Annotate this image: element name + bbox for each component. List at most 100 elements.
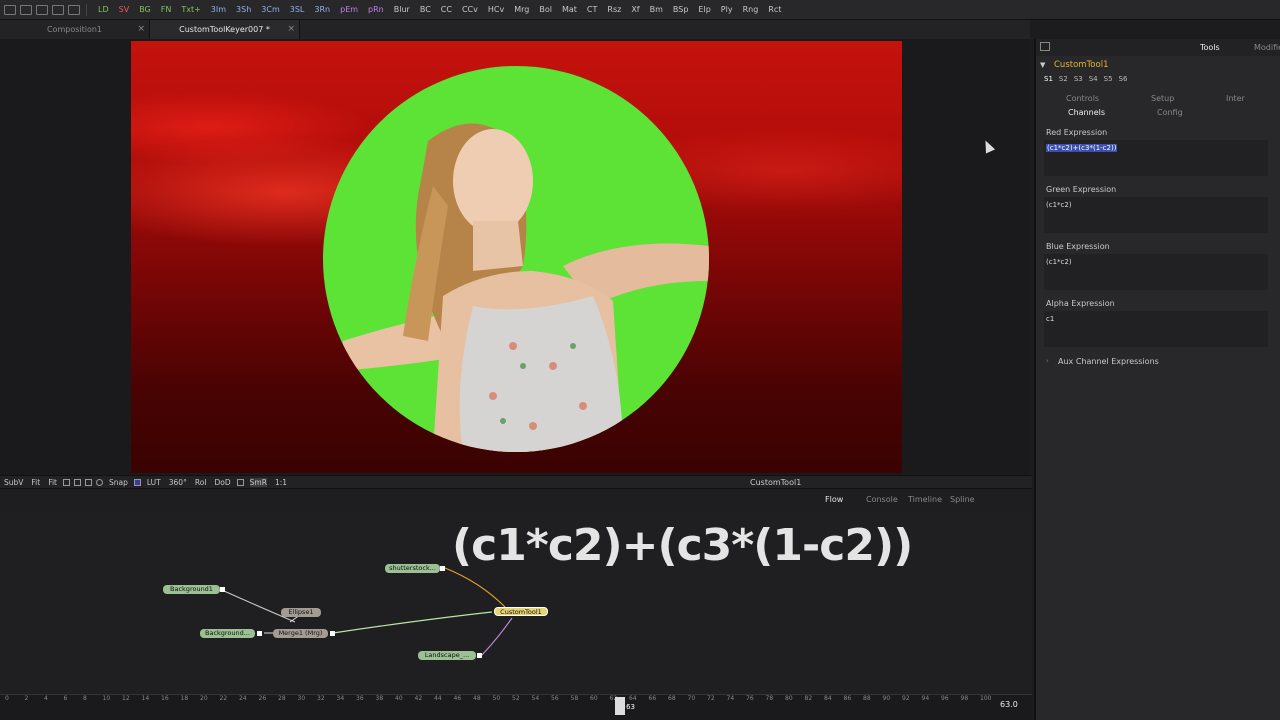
layout-icon[interactable] <box>4 4 16 15</box>
node-port[interactable] <box>257 631 262 636</box>
ruler-ticks: 0 2 4 6 8 10 12 14 16 18 20 22 24 26 28 30 32 34 36 38 40 42 4… <box>0 695 1030 709</box>
tab-modifiers[interactable]: Modifiers <box>1254 43 1280 52</box>
tool-3sl-button[interactable]: 3SL <box>290 5 305 14</box>
tool-prn-button[interactable]: pRn <box>368 5 384 14</box>
tool-elp-button[interactable]: Elp <box>698 5 710 14</box>
viewer-image[interactable] <box>131 41 902 473</box>
node-background2[interactable]: Background... <box>200 629 255 638</box>
slot-s2[interactable]: S2 <box>1059 75 1068 83</box>
lut-dropdown[interactable]: LUT <box>147 478 161 487</box>
subview-dropdown[interactable]: SubV <box>4 478 23 487</box>
tab-flow[interactable]: Flow <box>825 495 843 504</box>
tool-txt-button[interactable]: Txt+ <box>181 5 200 14</box>
smr-button[interactable]: SmR <box>249 477 267 487</box>
node-background1[interactable]: Background1 <box>163 585 220 594</box>
layout-grid-icon[interactable] <box>52 4 64 15</box>
collapse-icon[interactable] <box>1040 42 1050 51</box>
tab-timeline[interactable]: Timeline <box>908 495 942 504</box>
stereo-360-dropdown[interactable]: 360° <box>169 478 187 487</box>
green-expression-field[interactable]: (c1*c2) <box>1044 197 1268 233</box>
layout-stack-icon[interactable] <box>36 4 48 15</box>
tool-ct-button[interactable]: CT <box>587 5 597 14</box>
viewer[interactable] <box>0 39 1030 475</box>
node-shutterstock[interactable]: shutterstock... <box>385 564 440 573</box>
tab-customtoolkeyer007[interactable]: CustomToolKeyer007 * × <box>150 20 300 39</box>
fit-dropdown[interactable]: Fit <box>48 478 57 487</box>
roi-dropdown[interactable]: RoI <box>195 478 207 487</box>
tool-3rn-button[interactable]: 3Rn <box>314 5 330 14</box>
slot-s5[interactable]: S5 <box>1104 75 1113 83</box>
playhead[interactable] <box>615 697 625 715</box>
node-customtool1[interactable]: CustomTool1 <box>494 607 548 616</box>
node-port[interactable] <box>477 653 482 658</box>
aux-channel-expressions[interactable]: Aux Channel Expressions <box>1058 357 1159 366</box>
node-port[interactable] <box>440 566 445 571</box>
tab-spline[interactable]: Spline <box>950 495 975 504</box>
tool-rng-button[interactable]: Rng <box>743 5 759 14</box>
layout-split-icon[interactable] <box>20 4 32 15</box>
tool-name[interactable]: CustomTool1 <box>1054 60 1108 70</box>
picker-icon[interactable] <box>74 478 81 486</box>
close-icon[interactable]: × <box>137 20 145 39</box>
tool-cc-button[interactable]: CC <box>441 5 452 14</box>
tool-mrg-button[interactable]: Mrg <box>514 5 529 14</box>
tool-rsz-button[interactable]: Rsz <box>607 5 621 14</box>
tool-fn-button[interactable]: FN <box>161 5 172 14</box>
tool-ply-button[interactable]: Ply <box>721 5 733 14</box>
tool-3sh-button[interactable]: 3Sh <box>236 5 251 14</box>
red-expression-field[interactable]: (c1*c2)+(c3*(1-c2)) <box>1044 140 1268 176</box>
tab-console[interactable]: Console <box>866 495 898 504</box>
tool-ccv-button[interactable]: CCv <box>462 5 478 14</box>
node-landscape[interactable]: Landscape_... <box>418 651 476 660</box>
node-port[interactable] <box>220 587 225 592</box>
tab-composition1[interactable]: Composition1 × <box>0 20 150 39</box>
chevron-right-icon[interactable]: › <box>1046 357 1049 365</box>
tool-bm-button[interactable]: Bm <box>650 5 663 14</box>
tool-blur-button[interactable]: Blur <box>394 5 410 14</box>
slot-s6[interactable]: S6 <box>1119 75 1128 83</box>
node-flow[interactable]: (c1*c2)+(c3*(1-c2)) shutterstock... Back… <box>0 512 1032 694</box>
tool-bg-button[interactable]: BG <box>139 5 151 14</box>
time-ruler[interactable]: 0 2 4 6 8 10 12 14 16 18 20 22 24 26 28 30 32 34 36 38 40 42 4… <box>0 694 1032 720</box>
tab-inter[interactable]: Inter <box>1226 94 1245 103</box>
node-merge1[interactable]: Merge1 (Mrg) <box>273 629 328 638</box>
tab-tools[interactable]: Tools <box>1200 43 1220 52</box>
tool-mat-button[interactable]: Mat <box>562 5 577 14</box>
node-port[interactable] <box>330 631 335 636</box>
snap-dropdown[interactable]: Snap <box>109 478 128 487</box>
tool-3cm-button[interactable]: 3Cm <box>261 5 279 14</box>
tool-xf-button[interactable]: Xf <box>631 5 639 14</box>
ellipse-icon[interactable] <box>96 478 103 486</box>
blue-expression-field[interactable]: (c1*c2) <box>1044 254 1268 290</box>
tab-channels[interactable]: Channels <box>1068 108 1105 117</box>
tab-controls[interactable]: Controls <box>1066 94 1099 103</box>
alpha-expression-field[interactable]: c1 <box>1044 311 1268 347</box>
slot-s1[interactable]: S1 <box>1044 75 1053 83</box>
slot-s4[interactable]: S4 <box>1089 75 1098 83</box>
color-channel-icon[interactable] <box>133 478 141 486</box>
ruler-tick: 38 <box>375 695 384 702</box>
lock-icon[interactable] <box>236 478 244 486</box>
tab-setup[interactable]: Setup <box>1151 94 1174 103</box>
current-time-field[interactable]: 63.0 <box>1000 700 1018 709</box>
tool-ld-button[interactable]: LD <box>98 5 109 14</box>
tool-3im-button[interactable]: 3Im <box>211 5 226 14</box>
tool-bc-button[interactable]: BC <box>420 5 431 14</box>
tool-sv-button[interactable]: SV <box>119 5 130 14</box>
chevron-down-icon[interactable]: ▼ <box>1040 61 1045 69</box>
ratio-button[interactable]: 1:1 <box>275 478 287 487</box>
fit-button[interactable]: Fit <box>31 478 40 487</box>
dod-button[interactable]: DoD <box>215 478 231 487</box>
tab-config[interactable]: Config <box>1157 108 1183 117</box>
tool-bsp-button[interactable]: BSp <box>673 5 689 14</box>
print-icon[interactable] <box>68 4 80 15</box>
tool-rct-button[interactable]: Rct <box>768 5 781 14</box>
rectangle-icon[interactable] <box>85 478 92 486</box>
tool-bol-button[interactable]: Bol <box>539 5 552 14</box>
node-ellipse1[interactable]: Ellipse1 <box>281 608 321 617</box>
slot-s3[interactable]: S3 <box>1074 75 1083 83</box>
close-icon[interactable]: × <box>287 20 295 39</box>
tool-hcv-button[interactable]: HCv <box>488 5 504 14</box>
tool-pem-button[interactable]: pEm <box>340 5 358 14</box>
grid-icon[interactable] <box>63 478 70 486</box>
